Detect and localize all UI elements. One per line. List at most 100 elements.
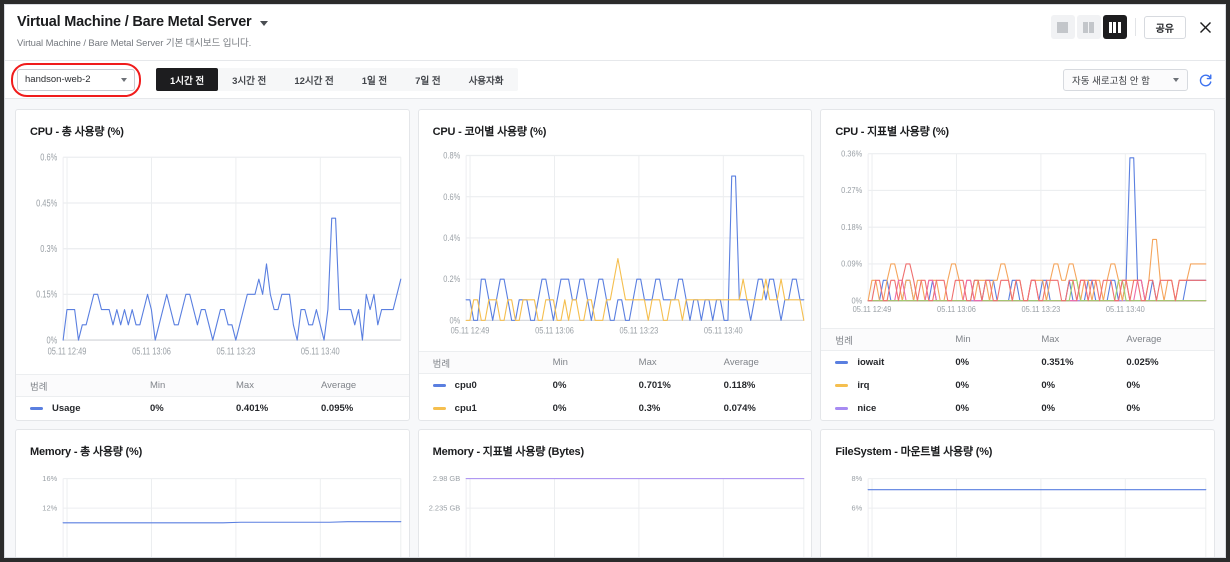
card-title: Memory - 지표별 사용량 (Bytes) [432, 446, 584, 458]
legend-series-name: irq [835, 380, 955, 391]
legend-series-name: cpu0 [432, 380, 553, 391]
legend-table: 범례 Min Max Average Usage 0% 0.401% 0.095% [16, 374, 409, 420]
legend-max-value: 0.701% [638, 380, 671, 391]
header-divider [1134, 18, 1136, 36]
legend-max-value: 0.3% [638, 403, 661, 414]
page-title: Virtual Machine / Bare Metal Server [17, 14, 252, 30]
legend-row[interactable]: cpu1 0% 0.3% 0.074% [419, 397, 812, 420]
legend-body: iowait 0% 0.351% 0.025% irq 0% 0% 0% nice 0% 0% 0% [821, 351, 1214, 420]
legend-table: 범례 Min Max Average cpu0 0% 0.701% 0.118% cpu… [418, 351, 812, 420]
legend-series-name: cpu1 [432, 403, 553, 414]
legend-label: irq [857, 380, 870, 391]
auto-refresh-select[interactable]: 자동 새로고침 안 함 [1063, 69, 1188, 91]
legend-min-value: 0% [150, 403, 164, 414]
series-line-Usage [63, 218, 401, 340]
legend-table: 범례 Min Max Average iowait 0% 0.351% 0.025% i… [821, 328, 1214, 420]
legend-color-swatch [835, 407, 849, 410]
legend-col-average: Average [1126, 334, 1162, 345]
filter-toolbar: handson-web-2 1시간 전 3시간 전 12시간 전 1일 전 7일… [5, 61, 1225, 99]
y-axis-tick-label: 0.8% [443, 151, 461, 161]
x-axis-tick-label: 05.11 12:49 [853, 305, 892, 314]
card-cpu-total: CPU - 총 사용량 (%) 0% 0.15% 0.3% 0.45% 0.6% 05.1… [15, 109, 410, 421]
legend-label: Usage [52, 403, 81, 414]
legend-color-swatch [432, 407, 446, 410]
legend-col-max: Max [1041, 334, 1060, 345]
chart-plot-area: 2.98 GB 2.235 GB [419, 459, 812, 557]
y-axis-tick-label: 0.18% [841, 223, 862, 232]
card-title: CPU - 코어별 사용량 (%) [432, 126, 547, 138]
legend-row[interactable]: cpu0 0% 0.701% 0.118% [419, 374, 812, 397]
layout-1-column-button[interactable] [1050, 15, 1075, 39]
card-title: CPU - 지표별 사용량 (%) [835, 126, 949, 138]
layout-3-column-button[interactable] [1102, 15, 1127, 39]
close-button[interactable] [1195, 17, 1215, 37]
layout-2-column-button[interactable] [1076, 15, 1101, 39]
y-axis-tick-label: 0.27% [841, 186, 862, 195]
chart-plot-area: 16% 12% [16, 459, 409, 557]
tab-7-days-ago[interactable]: 7일 전 [401, 68, 454, 91]
x-axis-tick-label: 05.11 13:06 [535, 326, 574, 336]
tab-3-hours-ago[interactable]: 3시간 전 [218, 68, 280, 91]
close-icon [1199, 21, 1211, 33]
legend-body: cpu0 0% 0.701% 0.118% cpu1 0% 0.3% 0.074% [419, 374, 812, 420]
legend-row[interactable]: Usage 0% 0.401% 0.095% [16, 397, 409, 420]
x-axis-tick-label: 05.11 13:40 [1106, 305, 1145, 314]
y-axis-tick-label: 12% [42, 504, 57, 513]
card-title: CPU - 총 사용량 (%) [30, 126, 124, 138]
legend-header-row: 범례 Min Max Average [418, 352, 812, 374]
tab-1-hour-ago[interactable]: 1시간 전 [156, 68, 219, 91]
legend-col-average: Average [723, 357, 759, 368]
y-axis-tick-label: 0.15% [36, 289, 57, 300]
x-axis-tick-label: 05.11 13:40 [704, 326, 743, 336]
two-column-icon [1083, 21, 1094, 33]
legend-col-average: Average [321, 380, 357, 391]
legend-series-name: nice [835, 403, 955, 414]
card-cpu-per-metric: CPU - 지표별 사용량 (%) 0% 0.09% 0.18% 0.27% 0.36%… [820, 109, 1215, 421]
line-chart: 0% 0.15% 0.3% 0.45% 0.6% 05.11 12:49 05.11 13:… [36, 152, 409, 357]
legend-header-row: 범례 Min Max Average [821, 329, 1214, 351]
legend-col-legend: 범례 [432, 358, 451, 370]
host-select-wrapper: handson-web-2 [11, 62, 141, 97]
legend-label: cpu1 [454, 403, 477, 414]
y-axis-tick-label: 0.6% [443, 192, 461, 202]
line-chart: 0%0.09%0.18%0.27%0.36%05.11 12:49 05.11 1… [841, 149, 1214, 314]
chart-plot-area: 0% 0.15% 0.3% 0.45% 0.6% 05.11 12:49 05.11 13:… [16, 139, 409, 374]
legend-average-value: 0.074% [723, 403, 756, 414]
card-title: Memory - 총 사용량 (%) [30, 446, 143, 458]
line-chart: 0% 0.2% 0.4% 0.6% 0.8% 05.11 12:49 05.11 13:06… [443, 151, 812, 336]
auto-refresh-value: 자동 새로고침 안 함 [1072, 76, 1150, 87]
y-axis-tick-label: 6% [852, 504, 863, 513]
legend-col-legend: 범례 [835, 335, 853, 347]
card-cpu-per-core: CPU - 코어별 사용량 (%) 0% 0.2% 0.4% 0.6% 0.8% 05.1… [417, 109, 813, 421]
legend-row[interactable]: nice 0% 0% 0% [821, 397, 1214, 420]
legend-col-max: Max [236, 380, 254, 391]
page-subtitle: Virtual Machine / Bare Metal Server 기본 대… [17, 38, 252, 49]
legend-color-swatch [30, 407, 43, 410]
legend-min-value: 0% [552, 380, 567, 391]
line-chart: 2.98 GB 2.235 GB [428, 474, 812, 557]
card-memory-per-metric: Memory - 지표별 사용량 (Bytes) 2.98 GB 2.235 GB [417, 429, 813, 557]
legend-row[interactable]: iowait 0% 0.351% 0.025% [821, 351, 1214, 374]
tab-12-hours-ago[interactable]: 12시간 전 [280, 68, 347, 91]
y-axis-tick-label: 0.6% [40, 152, 57, 163]
y-axis-tick-label: 0.2% [443, 275, 461, 285]
legend-row[interactable]: irq 0% 0% 0% [821, 374, 1214, 397]
legend-average-value: 0% [1126, 380, 1141, 391]
host-select[interactable]: handson-web-2 [17, 68, 135, 91]
toolbar-right: 자동 새로고침 안 함 [1063, 69, 1213, 91]
legend-min-value: 0% [552, 403, 567, 414]
x-axis-tick-label: 05.11 13:40 [301, 345, 340, 356]
x-axis-tick-label: 05.11 13:06 [937, 305, 976, 314]
refresh-button[interactable] [1198, 73, 1213, 88]
legend-col-max: Max [638, 357, 657, 368]
tab-1-day-ago[interactable]: 1일 전 [348, 68, 401, 91]
title-chevron-down-icon[interactable] [259, 21, 268, 26]
legend-min-value: 0% [955, 403, 970, 414]
share-button[interactable]: 공유 [1143, 15, 1186, 39]
series-line-Usage [63, 522, 401, 523]
legend-max-value: 0% [1041, 380, 1056, 391]
header-actions: 공유 [1050, 15, 1215, 39]
tab-custom-range[interactable]: 사용자화 [455, 68, 518, 91]
title-row: Virtual Machine / Bare Metal Server [17, 14, 1213, 30]
chart-plot-area: 0% 0.09% 0.18% 0.27% 0.36% 05.11 12:49 05.11 1… [821, 139, 1214, 328]
